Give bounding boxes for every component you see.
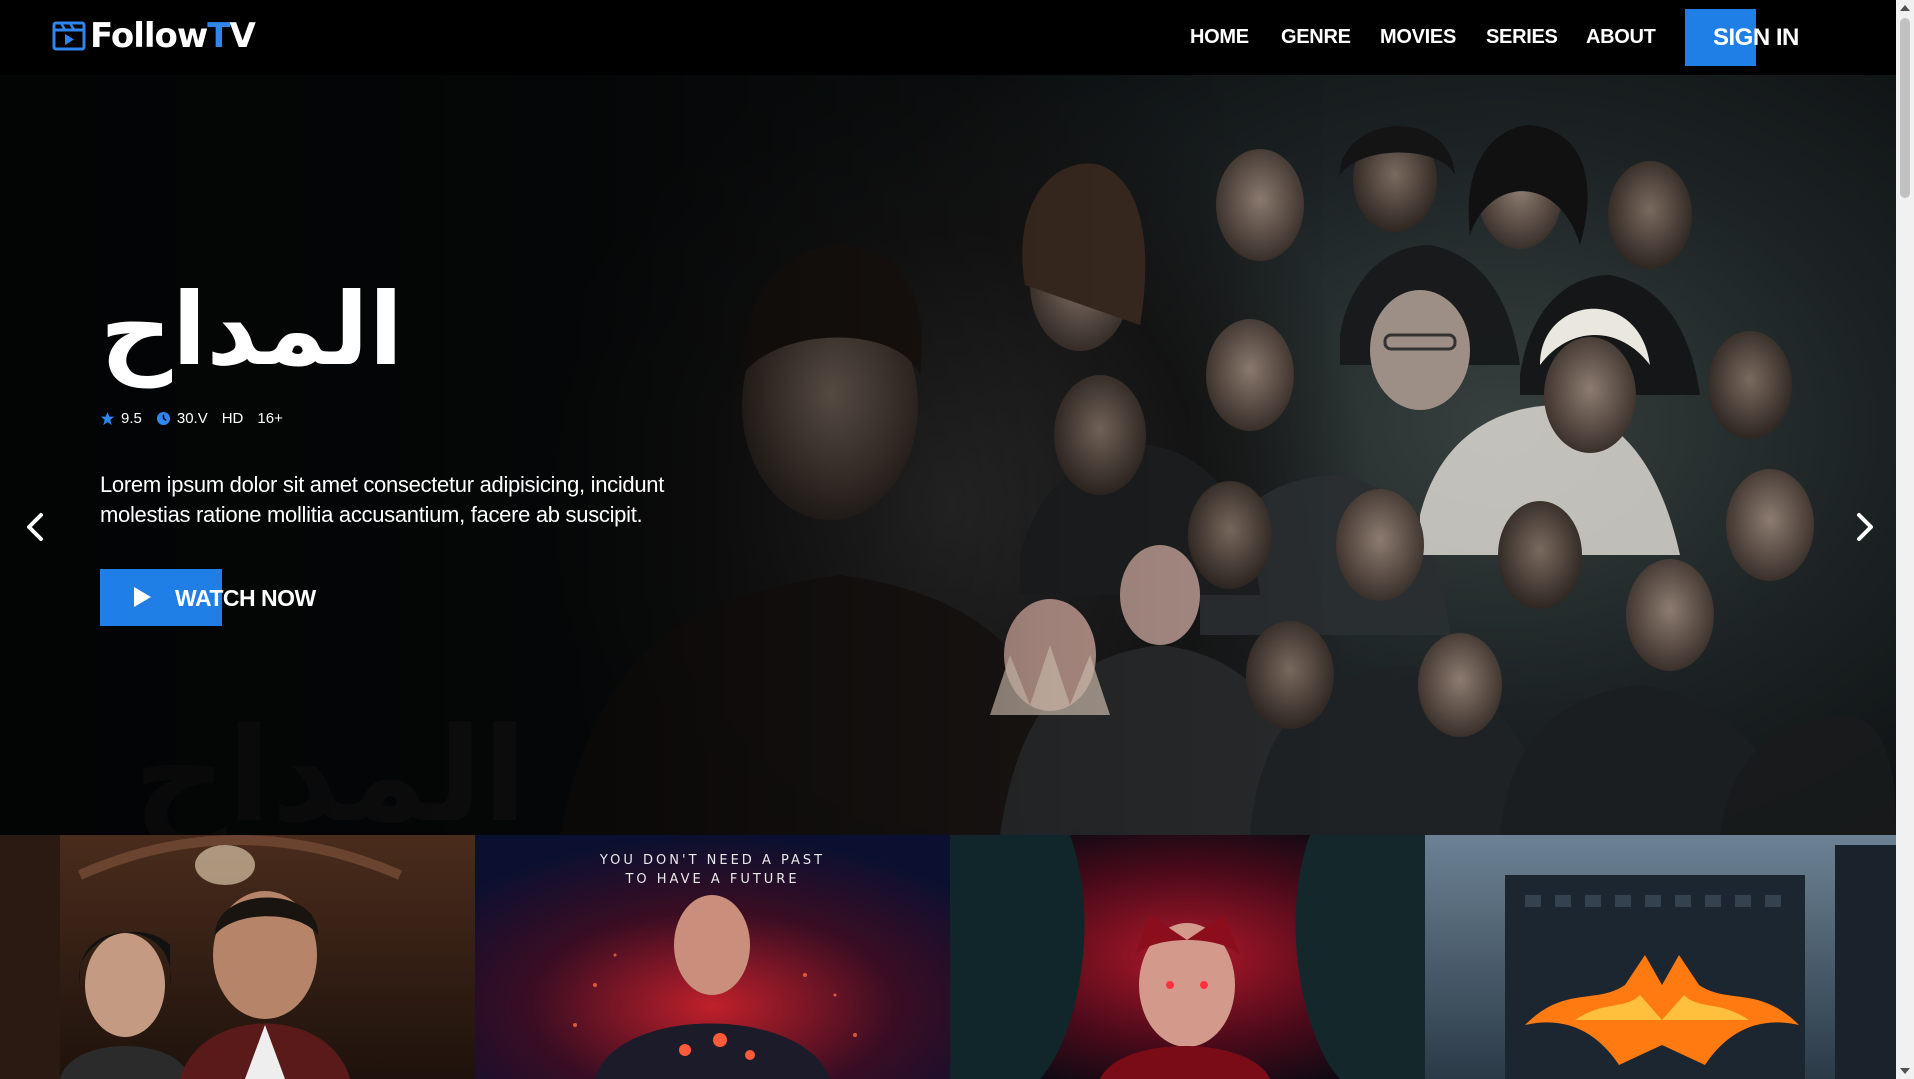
nav-movies[interactable]: MOVIES — [1380, 26, 1456, 49]
rating-value: 9.5 — [121, 410, 142, 427]
episode-count: 30.V — [176, 410, 208, 427]
scroll-thumb[interactable] — [1900, 18, 1910, 198]
poster-image — [0, 835, 475, 1079]
poster-card[interactable]: YOU DON'T NEED A PAST TO HAVE A FUTURE — [475, 835, 950, 1079]
poster-row: YOU DON'T NEED A PAST TO HAVE A FUTURE — [0, 835, 1896, 1079]
nav-home[interactable]: HOME — [1190, 26, 1249, 49]
nav-series[interactable]: SERIES — [1486, 26, 1558, 49]
poster-image — [950, 835, 1425, 1079]
scroll-down-arrow-icon[interactable] — [1900, 1068, 1910, 1074]
hero-title: المداح — [100, 271, 403, 388]
page-scrollbar[interactable] — [1896, 0, 1914, 1079]
poster-card[interactable] — [0, 835, 475, 1079]
nav-genre[interactable]: GENRE — [1281, 26, 1351, 49]
hero-description: Lorem ipsum dolor sit amet consectetur a… — [100, 472, 665, 527]
play-icon — [134, 587, 151, 607]
age-rating: 16+ — [257, 410, 283, 427]
poster-image — [1425, 835, 1896, 1079]
poster-tagline: YOU DON'T NEED A PAST TO HAVE A FUTURE — [599, 853, 826, 887]
video-board-icon — [52, 21, 86, 51]
hero-slider: المداح 9.5 30.V HD 16+ Lorem ipsum dolor… — [0, 75, 1896, 835]
star-icon — [100, 411, 115, 426]
brand-name: FollowTV — [90, 16, 256, 56]
clock-icon — [156, 411, 170, 426]
quality-badge: HD — [221, 410, 244, 427]
scroll-up-arrow-icon[interactable] — [1900, 5, 1910, 11]
poster-card[interactable] — [1425, 835, 1896, 1079]
watch-now-label: WATCH NOW — [175, 585, 316, 611]
hero-shade-overlay — [0, 75, 1896, 835]
hero-meta: 9.5 30.V HD 16+ — [100, 410, 283, 427]
sign-in-button[interactable]: SIGN IN — [1685, 9, 1845, 66]
poster-card[interactable] — [950, 835, 1425, 1079]
site-header: FollowTV HOME GENRE MOVIES SERIES ABOUT … — [0, 0, 1896, 75]
chevron-right-icon[interactable] — [1850, 510, 1880, 544]
watch-now-button[interactable]: WATCH NOW — [100, 569, 350, 626]
brand-logo[interactable]: FollowTV — [52, 16, 256, 56]
sign-in-label: SIGN IN — [1713, 24, 1799, 51]
nav-about[interactable]: ABOUT — [1586, 26, 1656, 49]
chevron-left-icon[interactable] — [20, 510, 50, 544]
